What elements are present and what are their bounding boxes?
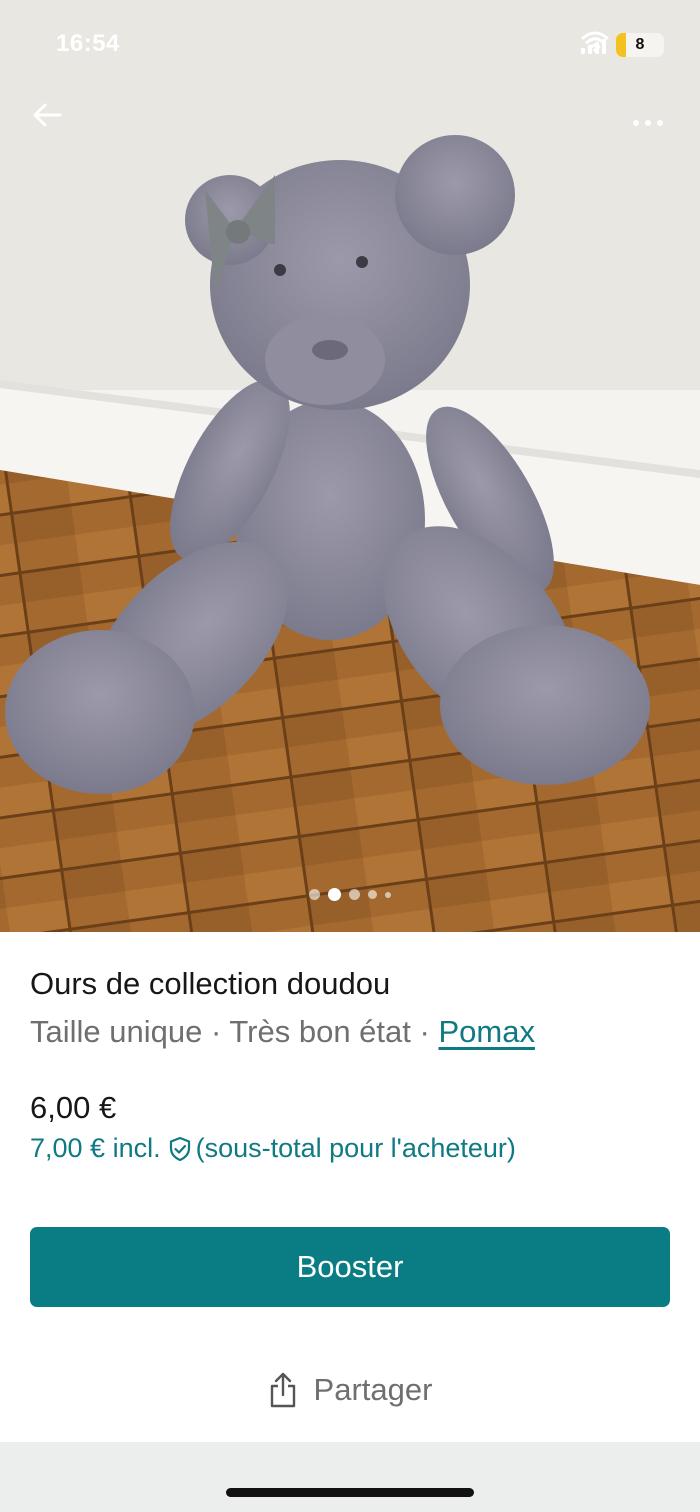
home-indicator	[226, 1488, 474, 1497]
carousel-indicator[interactable]	[0, 888, 700, 901]
carousel-dot[interactable]	[309, 889, 320, 900]
status-icons: 8	[581, 30, 664, 60]
carousel-dot[interactable]	[368, 890, 377, 899]
more-horizontal-icon	[633, 120, 639, 126]
item-photo[interactable]: 16:54 8	[0, 0, 700, 932]
more-options-button[interactable]	[626, 108, 670, 138]
battery-level: 8	[635, 36, 645, 53]
footer-band	[0, 1442, 700, 1512]
carousel-dot-active[interactable]	[328, 888, 341, 901]
item-price: 6,00 €	[30, 1090, 117, 1125]
buyer-protection-price[interactable]: 7,00 € incl. (sous-total pour l'acheteur…	[30, 1133, 516, 1164]
item-condition: Très bon état	[229, 1014, 411, 1049]
back-button[interactable]	[32, 102, 72, 142]
battery-icon: 8	[616, 33, 664, 57]
item-title: Ours de collection doudou	[30, 966, 391, 1001]
status-time: 16:54	[56, 30, 120, 57]
carousel-dot[interactable]	[349, 889, 360, 900]
share-label: Partager	[313, 1372, 433, 1407]
wifi-icon	[581, 31, 609, 52]
price-incl-note: (sous-total pour l'acheteur)	[195, 1133, 516, 1163]
carousel-dot[interactable]	[385, 891, 391, 898]
teddy-bear-photo	[0, 0, 700, 932]
item-size: Taille unique	[30, 1014, 203, 1049]
meta-separator: ·	[210, 1014, 222, 1049]
item-brand-link[interactable]: Pomax	[438, 1014, 534, 1049]
booster-button[interactable]: Booster	[30, 1227, 670, 1307]
share-icon	[270, 1372, 295, 1408]
arrow-left-icon	[33, 103, 62, 127]
share-button[interactable]: Partager	[0, 1362, 700, 1418]
meta-separator: ·	[419, 1014, 430, 1049]
shield-check-icon	[169, 1136, 190, 1161]
item-meta: Taille unique · Très bon état · Pomax	[30, 1014, 535, 1050]
price-incl-amount: 7,00 € incl.	[30, 1133, 161, 1163]
